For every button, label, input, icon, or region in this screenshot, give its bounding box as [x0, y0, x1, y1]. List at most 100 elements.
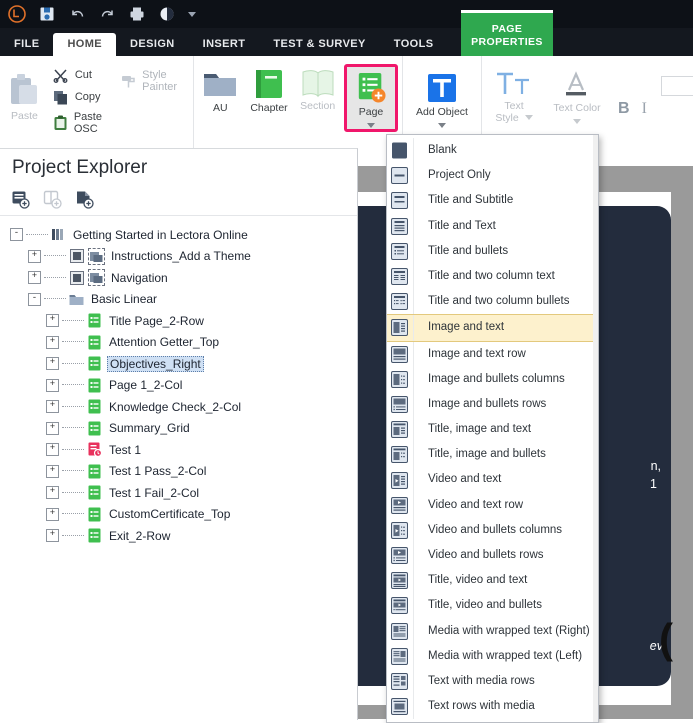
- tree-item[interactable]: -Getting Started in Lectora Online: [10, 224, 357, 246]
- page-layout-menu-item[interactable]: Video and bullets columns: [387, 518, 598, 543]
- tree-expand-toggle[interactable]: +: [46, 508, 59, 521]
- tree-item[interactable]: +CustomCertificate_Top: [10, 504, 357, 526]
- tree-item[interactable]: +Summary_Grid: [10, 418, 357, 440]
- tree-item[interactable]: +Instructions_Add a Theme: [10, 246, 357, 268]
- page-layout-menu-item[interactable]: Title and Subtitle: [387, 188, 598, 213]
- tree-item-label: Test 1: [107, 443, 143, 457]
- page-layout-menu-item[interactable]: Image and text: [387, 314, 598, 341]
- paste-osc-button[interactable]: Paste OSC: [49, 108, 113, 138]
- tree-expand-toggle[interactable]: +: [46, 379, 59, 392]
- page-layout-menu-item[interactable]: Video and text: [387, 467, 598, 492]
- tree-item[interactable]: + Test 1: [10, 439, 357, 461]
- tree-item[interactable]: -Basic Linear: [10, 289, 357, 311]
- tab-file[interactable]: FILE: [0, 33, 53, 56]
- stage-corner-glyph: (: [659, 615, 673, 663]
- text-color-chevron-down-icon[interactable]: [573, 119, 581, 124]
- style-painter-button[interactable]: Style Painter: [117, 66, 189, 96]
- page-layout-menu-item[interactable]: Project Only: [387, 163, 598, 188]
- contrast-icon[interactable]: [158, 5, 176, 23]
- tree-expand-toggle[interactable]: +: [46, 443, 59, 456]
- section-button[interactable]: Section: [295, 64, 340, 113]
- tree-item[interactable]: +Exit_2-Row: [10, 525, 357, 547]
- page-button[interactable]: Page: [344, 64, 398, 132]
- page-layout-menu-item[interactable]: Title, image and text: [387, 417, 598, 442]
- page-layout-menu-item[interactable]: Title and Text: [387, 214, 598, 239]
- page-layout-menu-item[interactable]: Text rows with media: [387, 694, 598, 719]
- project-tree[interactable]: -Getting Started in Lectora Online+Instr…: [0, 216, 357, 547]
- page-layout-menu-item[interactable]: Media with wrapped text (Left): [387, 644, 598, 669]
- page-layout-menu-item[interactable]: Title and two column text: [387, 264, 598, 289]
- tree-connector: [62, 535, 84, 537]
- tab-test-survey[interactable]: TEST & SURVEY: [259, 33, 379, 56]
- font-size-input[interactable]: [661, 76, 693, 96]
- tree-collapse-toggle[interactable]: -: [28, 293, 41, 306]
- add-page-icon[interactable]: [74, 189, 94, 209]
- project-explorer-toolbar: [0, 185, 357, 216]
- italic-button[interactable]: I: [636, 100, 653, 118]
- tree-item[interactable]: +Title Page_2-Row: [10, 310, 357, 332]
- page-layout-menu-item[interactable]: Title and bullets: [387, 239, 598, 264]
- tree-expand-toggle[interactable]: +: [46, 314, 59, 327]
- page-layout-menu-item[interactable]: Image and bullets columns: [387, 367, 598, 392]
- page-layout-menu-item[interactable]: Title, image and bullets: [387, 442, 598, 467]
- text-style-chevron-down-icon[interactable]: [525, 115, 533, 120]
- text-color-button[interactable]: Text Color: [546, 66, 608, 124]
- tree-item[interactable]: +Test 1 Fail_2-Col: [10, 482, 357, 504]
- menu-scrollbar[interactable]: [593, 135, 598, 722]
- page-layout-menu-item[interactable]: Video and bullets rows: [387, 543, 598, 568]
- add-chapter-icon[interactable]: [10, 189, 30, 209]
- tree-item[interactable]: +Knowledge Check_2-Col: [10, 396, 357, 418]
- text-style-button[interactable]: Text Style: [486, 66, 542, 124]
- tree-expand-toggle[interactable]: +: [46, 422, 59, 435]
- page-layout-menu-item[interactable]: Video and text row: [387, 493, 598, 518]
- tree-item[interactable]: +Navigation: [10, 267, 357, 289]
- chapter-label: Chapter: [250, 103, 287, 115]
- page-layout-menu[interactable]: BlankProject OnlyTitle and SubtitleTitle…: [386, 134, 599, 723]
- chevron-down-icon[interactable]: [188, 12, 196, 17]
- layout-image-bullets-rows-icon: [391, 396, 408, 413]
- tree-item[interactable]: +Objectives_Right: [10, 353, 357, 375]
- page-layout-menu-item[interactable]: Image and text row: [387, 342, 598, 367]
- page-layout-menu-item[interactable]: Title, video and bullets: [387, 593, 598, 618]
- tree-expand-toggle[interactable]: +: [28, 271, 41, 284]
- save-icon[interactable]: [38, 5, 56, 23]
- print-icon[interactable]: [128, 5, 146, 23]
- tab-insert[interactable]: INSERT: [189, 33, 260, 56]
- paste-button[interactable]: Paste: [4, 68, 45, 123]
- tree-item[interactable]: +Test 1 Pass_2-Col: [10, 461, 357, 483]
- tree-expand-toggle[interactable]: +: [46, 465, 59, 478]
- tab-design[interactable]: DESIGN: [116, 33, 189, 56]
- tree-expand-toggle[interactable]: +: [46, 400, 59, 413]
- add-object-chevron-down-icon[interactable]: [438, 123, 446, 128]
- cut-button[interactable]: Cut: [49, 64, 113, 86]
- copy-button[interactable]: Copy: [49, 86, 113, 108]
- page-layout-menu-item[interactable]: Title and two column bullets: [387, 289, 598, 314]
- tree-expand-toggle[interactable]: +: [46, 486, 59, 499]
- tree-collapse-toggle[interactable]: -: [10, 228, 23, 241]
- page-layout-menu-item[interactable]: Image and bullets rows: [387, 392, 598, 417]
- au-button[interactable]: AU: [198, 64, 243, 115]
- bold-button[interactable]: B: [612, 100, 636, 118]
- page-layout-menu-item-label: Text rows with media: [413, 694, 598, 719]
- tree-item[interactable]: +Page 1_2-Col: [10, 375, 357, 397]
- add-object-button[interactable]: Add Object: [407, 68, 477, 128]
- tree-expand-toggle[interactable]: +: [46, 336, 59, 349]
- page-layout-menu-item[interactable]: Title, video and text: [387, 568, 598, 593]
- tab-tools[interactable]: TOOLS: [380, 33, 448, 56]
- tree-item[interactable]: +Attention Getter_Top: [10, 332, 357, 354]
- chapter-button[interactable]: Chapter: [247, 64, 292, 115]
- undo-icon[interactable]: [68, 5, 86, 23]
- tree-expand-toggle[interactable]: +: [28, 250, 41, 263]
- page-chevron-down-icon[interactable]: [367, 123, 375, 128]
- page-layout-menu-item-label: Text with media rows: [413, 669, 598, 694]
- page-layout-menu-item[interactable]: Text with media rows: [387, 669, 598, 694]
- tree-expand-toggle[interactable]: +: [46, 529, 59, 542]
- page-layout-menu-item[interactable]: Blank: [387, 138, 598, 163]
- page-icon: [87, 335, 102, 350]
- tab-home[interactable]: HOME: [53, 33, 116, 56]
- lectora-logo-icon[interactable]: [8, 5, 26, 23]
- page-layout-menu-item[interactable]: Media with wrapped text (Right): [387, 619, 598, 644]
- tab-page-properties[interactable]: PAGE PROPERTIES: [461, 10, 553, 59]
- redo-icon[interactable]: [98, 5, 116, 23]
- tree-expand-toggle[interactable]: +: [46, 357, 59, 370]
